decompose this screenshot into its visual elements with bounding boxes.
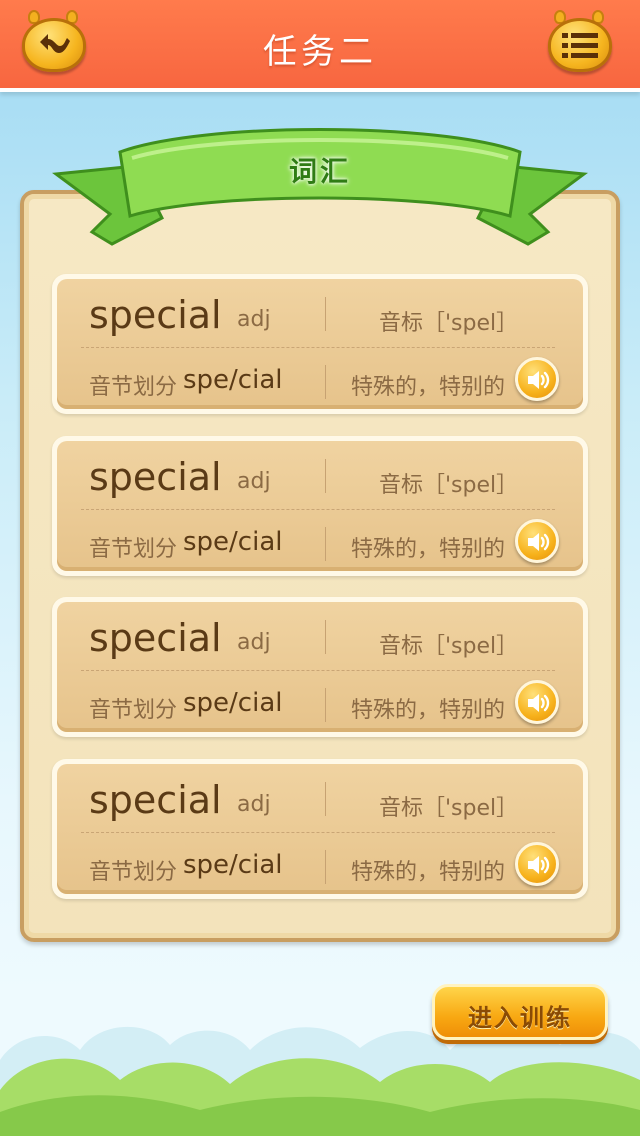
part-of-speech: adj [237,630,271,655]
start-training-label: 进入训练 [468,1004,572,1032]
syllable-label: 音节划分 [89,860,178,885]
section-ribbon: 词汇 [51,122,589,258]
dashed-separator [81,670,555,671]
dashed-separator [81,832,555,833]
word-card-body: special adj 音标［'spel］ 音节划分 spe/cial 特殊的，… [57,441,583,571]
phonetic: 音标［'spel］ [379,473,519,498]
syllable-value: spe/cial [183,527,283,557]
word-card-body: special adj 音标［'spel］ 音节划分 spe/cial 特殊的，… [57,764,583,894]
word-card-body: special adj 音标［'spel］ 音节划分 spe/cial 特殊的，… [57,279,583,409]
word-text: special [89,455,222,499]
divider [325,527,326,561]
dashed-separator [81,509,555,510]
divider [325,459,326,493]
syllable-value: spe/cial [183,688,283,718]
ribbon-banner-graphic [51,128,589,246]
part-of-speech: adj [237,469,271,494]
dashed-separator [81,347,555,348]
divider [325,782,326,816]
play-audio-button[interactable] [515,842,559,886]
meaning: 特殊的，特别的 [351,537,506,562]
syllable-label: 音节划分 [89,375,178,400]
word-text: special [89,778,222,822]
start-training-button[interactable]: 进入训练 [432,984,608,1040]
page-title: 任务二 [263,32,377,72]
word-card: special adj 音标［'spel］ 音节划分 spe/cial 特殊的，… [52,274,588,414]
word-card: special adj 音标［'spel］ 音节划分 spe/cial 特殊的，… [52,597,588,737]
syllable-label: 音节划分 [89,698,178,723]
syllable-value: spe/cial [183,850,283,880]
play-audio-button[interactable] [515,519,559,563]
divider [325,850,326,884]
meaning: 特殊的，特别的 [351,375,506,400]
phonetic: 音标［'spel］ [379,634,519,659]
phonetic: 音标［'spel］ [379,796,519,821]
word-text: special [89,616,222,660]
word-card-body: special adj 音标［'spel］ 音节划分 spe/cial 特殊的，… [57,602,583,732]
word-card: special adj 音标［'spel］ 音节划分 spe/cial 特殊的，… [52,436,588,576]
syllable-value: spe/cial [183,365,283,395]
word-card: special adj 音标［'spel］ 音节划分 spe/cial 特殊的，… [52,759,588,899]
divider [325,297,326,331]
speaker-icon [528,694,550,712]
meaning: 特殊的，特别的 [351,860,506,885]
part-of-speech: adj [237,792,271,817]
menu-list-icon [562,33,598,58]
phonetic: 音标［'spel］ [379,311,519,336]
part-of-speech: adj [237,307,271,332]
play-audio-button[interactable] [515,680,559,724]
divider [325,688,326,722]
play-audio-button[interactable] [515,357,559,401]
speaker-icon [528,533,550,551]
divider [325,365,326,399]
syllable-label: 音节划分 [89,537,178,562]
speaker-icon [528,856,550,874]
word-text: special [89,293,222,337]
top-bar: 任务二 [0,0,640,92]
speaker-icon [528,371,550,389]
divider [325,620,326,654]
section-title: 词汇 [288,155,351,188]
meaning: 特殊的，特别的 [351,698,506,723]
menu-button[interactable] [548,10,612,74]
